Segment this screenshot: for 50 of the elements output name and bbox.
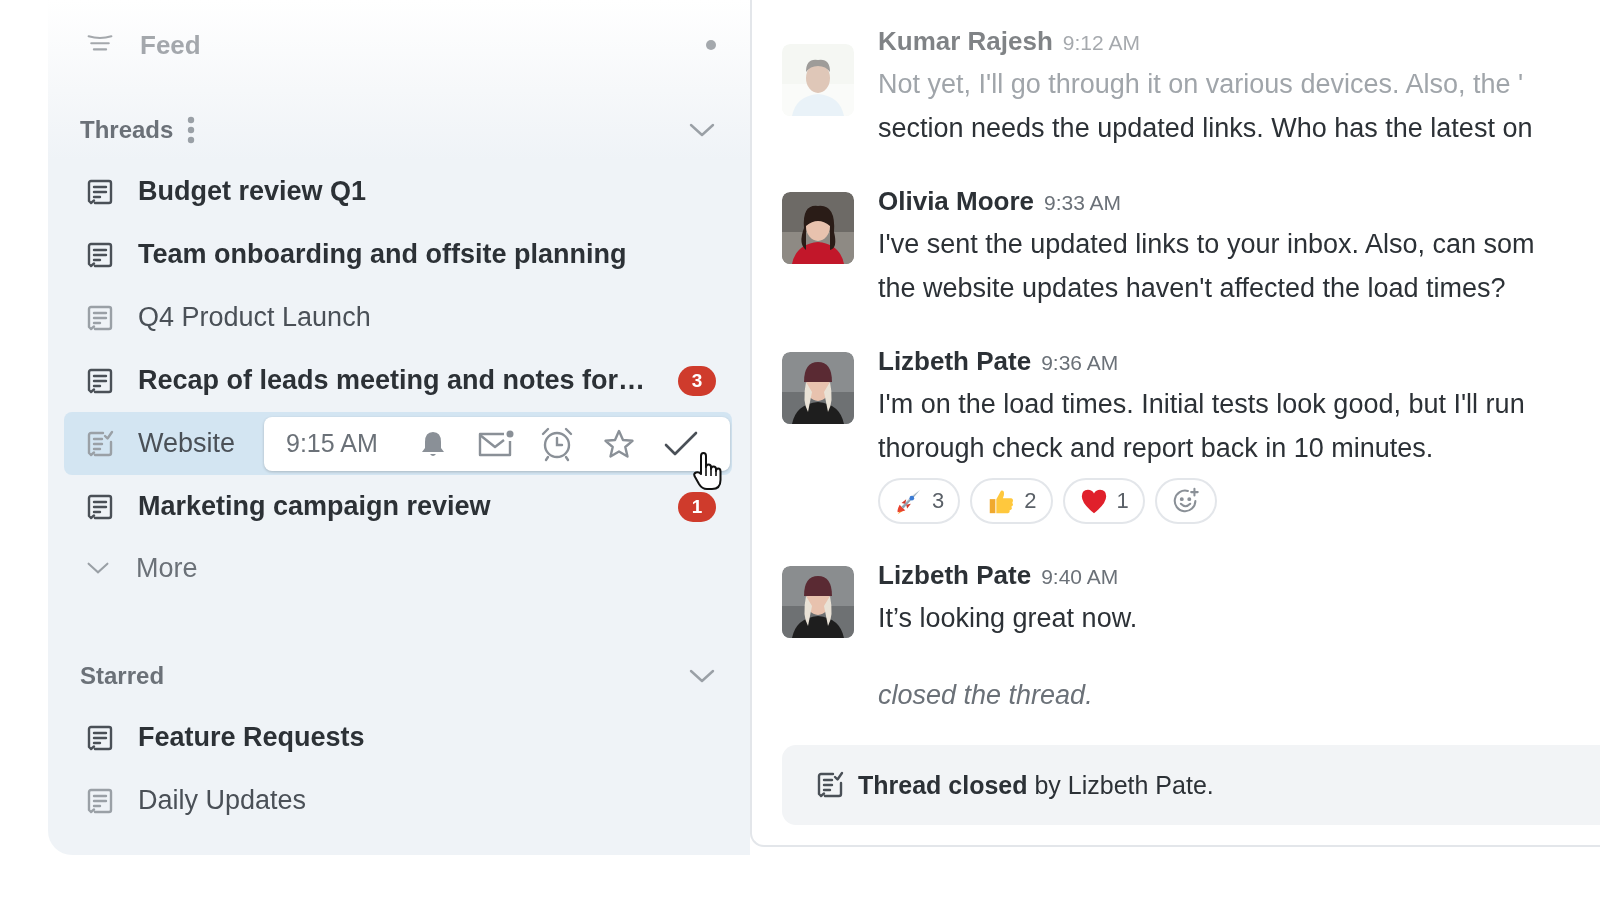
thread-item[interactable]: Budget review Q1 bbox=[64, 160, 732, 223]
thread-item[interactable]: Marketing campaign review 1 bbox=[64, 475, 732, 538]
message-time: 9:36 AM bbox=[1041, 351, 1119, 375]
thread-title: Q4 Product Launch bbox=[138, 302, 371, 333]
reaction-chip[interactable]: 3 bbox=[878, 478, 961, 524]
thread-title: Team onboarding and offsite planning bbox=[138, 239, 627, 270]
unread-dot bbox=[706, 40, 716, 50]
thread-title: Feature Requests bbox=[138, 722, 365, 753]
chevron-down-icon bbox=[86, 561, 110, 575]
author-name: Kumar Rajesh bbox=[878, 26, 1053, 57]
message-time: 9:40 AM bbox=[1041, 565, 1119, 589]
message-text: I've sent the updated links to your inbox. Also, can som bbox=[878, 228, 1535, 261]
thread-title: Recap of leads meeting and notes for… bbox=[138, 365, 646, 396]
unread-count: 1 bbox=[678, 491, 716, 522]
reaction-chip[interactable]: 1 bbox=[1062, 478, 1145, 524]
message-text: I'm on the load times. Initial tests look good, but I'll run bbox=[878, 388, 1525, 421]
author-name: Lizbeth Pate bbox=[878, 346, 1032, 377]
section-title[interactable]: Threads bbox=[80, 116, 174, 144]
thread-item[interactable]: Daily Updates bbox=[64, 769, 732, 832]
author-name: Lizbeth Pate bbox=[878, 560, 1032, 591]
message-text: It’s looking great now. bbox=[878, 602, 1138, 635]
reaction-chip[interactable]: 2 bbox=[970, 478, 1053, 524]
star-icon bbox=[602, 427, 635, 460]
thread-title: Daily Updates bbox=[138, 785, 307, 816]
thread-title: Budget review Q1 bbox=[138, 176, 367, 207]
thread-item[interactable]: Feature Requests bbox=[64, 706, 732, 769]
system-note: closed the thread. bbox=[878, 680, 1094, 711]
message-text: the website updates haven't affected the load times? bbox=[878, 272, 1507, 305]
message-text: section needs the updated links. Who has the latest on bbox=[878, 112, 1533, 145]
thread-title: Website bbox=[138, 428, 236, 459]
banner-text: Thread closed by Lizbeth Pate. bbox=[858, 770, 1214, 800]
hand-cursor-icon bbox=[692, 450, 722, 492]
message-time: 9:33 AM bbox=[1044, 191, 1122, 215]
thread-item[interactable]: Team onboarding and offsite planning bbox=[64, 223, 732, 286]
thread-item[interactable]: Recap of leads meeting and notes for… 3 bbox=[64, 349, 732, 412]
chevron-down-icon[interactable] bbox=[688, 122, 716, 138]
chevron-down-icon[interactable] bbox=[688, 668, 716, 684]
thread-title: Marketing campaign review bbox=[138, 491, 491, 522]
feed-label: Feed bbox=[140, 29, 202, 61]
more-button[interactable]: More bbox=[64, 538, 732, 598]
author-name: Olivia Moore bbox=[878, 186, 1035, 217]
add-reaction-button[interactable] bbox=[1154, 478, 1217, 524]
section-title[interactable]: Starred bbox=[80, 662, 165, 690]
unread-count: 3 bbox=[678, 365, 716, 396]
message-text: thorough check and report back in 10 minutes. bbox=[878, 432, 1435, 465]
thread-item[interactable]: Q4 Product Launch bbox=[64, 286, 732, 349]
thread-time: 9:15 AM bbox=[286, 429, 378, 458]
more-options-icon[interactable] bbox=[187, 116, 196, 144]
message-text: Not yet, I'll go through it on various devices. Also, the ' bbox=[878, 68, 1525, 101]
message-time: 9:12 AM bbox=[1062, 31, 1140, 55]
